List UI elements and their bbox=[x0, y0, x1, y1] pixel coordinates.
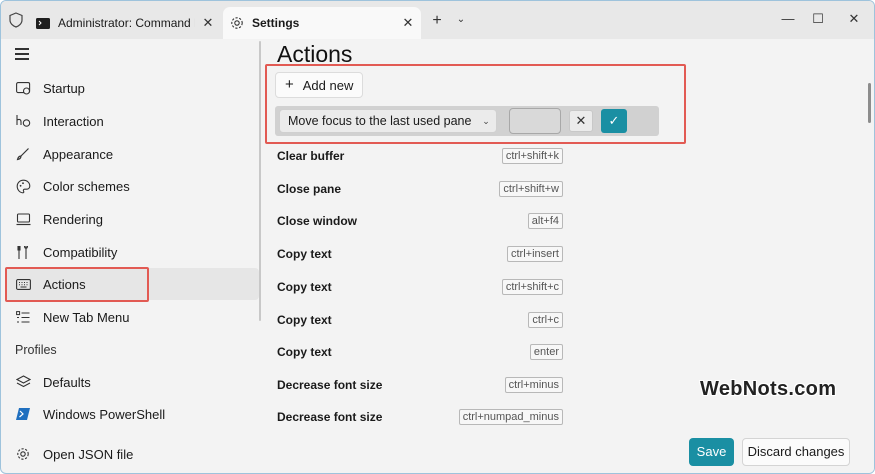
sidebar-item-compatibility[interactable]: Compatibility bbox=[5, 236, 259, 268]
close-icon[interactable]: ✕ bbox=[395, 15, 421, 31]
keyboard-icon bbox=[15, 276, 31, 292]
table-row[interactable]: Copy text ctrl+shift+c bbox=[277, 276, 563, 298]
sidebar-item-startup[interactable]: Startup bbox=[5, 72, 259, 104]
table-row[interactable]: Copy text ctrl+c bbox=[277, 309, 563, 331]
table-row[interactable]: Copy text enter bbox=[277, 341, 563, 363]
gear-icon bbox=[229, 16, 245, 30]
table-row[interactable]: Decrease font size ctrl+minus bbox=[277, 374, 563, 396]
actions-page: Actions + Add new Move focus to the last… bbox=[263, 39, 874, 473]
add-new-label: Add new bbox=[302, 77, 354, 93]
sidebar-item-label: Actions bbox=[43, 276, 86, 292]
tab-title: Administrator: Command Pr bbox=[58, 16, 195, 30]
action-name: Copy text bbox=[277, 313, 332, 327]
list-icon bbox=[15, 309, 31, 325]
sidebar-item-label: Appearance bbox=[43, 146, 114, 162]
sidebar-item-label: Interaction bbox=[43, 113, 104, 129]
sidebar-item-label: Rendering bbox=[43, 211, 103, 227]
tab-settings[interactable]: Settings ✕ bbox=[223, 7, 421, 39]
action-key: enter bbox=[529, 344, 563, 360]
accept-edit-button[interactable]: ✓ bbox=[601, 109, 627, 133]
table-row[interactable]: Decrease font size ctrl+numpad_minus bbox=[277, 406, 563, 428]
action-name: Decrease font size bbox=[277, 410, 383, 424]
action-name: Decrease font size bbox=[277, 378, 383, 392]
compatibility-icon bbox=[15, 244, 31, 260]
tab-title: Settings bbox=[252, 16, 300, 30]
action-key: ctrl+minus bbox=[504, 377, 563, 393]
powershell-icon bbox=[15, 406, 31, 422]
minimize-icon[interactable]: — bbox=[773, 9, 803, 29]
monitor-icon bbox=[15, 211, 31, 227]
tab-command-prompt[interactable]: Administrator: Command Pr ✕ bbox=[29, 7, 221, 39]
save-button[interactable]: Save bbox=[689, 438, 734, 466]
action-key: ctrl+numpad_minus bbox=[458, 409, 563, 425]
action-name: Copy text bbox=[277, 280, 332, 294]
brush-icon bbox=[15, 146, 31, 162]
table-row[interactable]: Close window alt+f4 bbox=[277, 210, 563, 232]
chevron-down-icon[interactable]: ⌄ bbox=[454, 12, 468, 28]
maximize-icon[interactable]: ☐ bbox=[803, 9, 833, 29]
interaction-icon bbox=[15, 113, 31, 129]
startup-icon bbox=[15, 80, 31, 96]
title-bar: Administrator: Command Pr ✕ Settings ✕ +… bbox=[1, 1, 874, 39]
open-json-file-button[interactable]: Open JSON file bbox=[5, 438, 259, 470]
close-icon[interactable]: ✕ bbox=[195, 15, 221, 31]
action-key: ctrl+insert bbox=[507, 246, 563, 262]
shield-icon bbox=[9, 12, 23, 28]
hamburger-menu-icon[interactable] bbox=[15, 48, 29, 60]
table-row[interactable]: Clear buffer ctrl+shift+k bbox=[277, 145, 563, 167]
close-window-icon[interactable]: ✕ bbox=[839, 9, 869, 29]
sidebar-item-defaults[interactable]: Defaults bbox=[5, 366, 259, 398]
plus-icon[interactable]: + bbox=[429, 13, 445, 29]
add-new-button[interactable]: + Add new bbox=[275, 72, 363, 98]
watermark: WebNots.com bbox=[700, 378, 837, 400]
sidebar: Startup Interaction Appearance Color sch… bbox=[1, 39, 259, 473]
discard-changes-button[interactable]: Discard changes bbox=[742, 438, 850, 466]
profiles-section-header: Profiles bbox=[15, 343, 57, 357]
chevron-down-icon: ⌄ bbox=[482, 115, 490, 126]
action-key: ctrl+c bbox=[528, 312, 563, 328]
sidebar-divider[interactable] bbox=[259, 41, 261, 321]
terminal-settings-window: Administrator: Command Pr ✕ Settings ✕ +… bbox=[0, 0, 875, 474]
sidebar-item-label: Defaults bbox=[43, 374, 91, 390]
sidebar-item-label: New Tab Menu bbox=[43, 309, 130, 325]
layers-icon bbox=[15, 374, 31, 390]
sidebar-item-interaction[interactable]: Interaction bbox=[5, 105, 259, 137]
action-key: ctrl+shift+w bbox=[499, 181, 563, 197]
cancel-edit-button[interactable]: ✕ bbox=[569, 110, 593, 132]
action-key: ctrl+shift+c bbox=[501, 279, 563, 295]
close-icon: ✕ bbox=[575, 113, 587, 128]
open-json-file-label: Open JSON file bbox=[43, 446, 134, 462]
sidebar-item-rendering[interactable]: Rendering bbox=[5, 203, 259, 235]
sidebar-item-appearance[interactable]: Appearance bbox=[5, 138, 259, 170]
sidebar-item-label: Color schemes bbox=[43, 178, 130, 194]
sidebar-item-label: Compatibility bbox=[43, 244, 118, 260]
action-name: Close window bbox=[277, 214, 358, 228]
action-name: Copy text bbox=[277, 345, 332, 359]
scrollbar-thumb[interactable] bbox=[868, 83, 871, 123]
sidebar-item-windows-powershell[interactable]: Windows PowerShell bbox=[5, 398, 259, 430]
plus-icon: + bbox=[285, 76, 294, 93]
selected-action: Move focus to the last used pane bbox=[288, 114, 472, 128]
action-name: Clear buffer bbox=[277, 149, 345, 163]
sidebar-item-label: Windows PowerShell bbox=[43, 406, 166, 422]
action-key: alt+f4 bbox=[527, 213, 563, 229]
action-key: ctrl+shift+k bbox=[501, 148, 563, 164]
terminal-icon bbox=[35, 16, 51, 30]
palette-icon bbox=[15, 178, 31, 194]
action-edit-row: Move focus to the last used pane ⌄ ✕ ✓ bbox=[275, 106, 659, 136]
table-row[interactable]: Copy text ctrl+insert bbox=[277, 243, 563, 265]
sidebar-item-actions[interactable]: Actions bbox=[5, 268, 259, 300]
action-name: Close pane bbox=[277, 182, 342, 196]
sidebar-item-color-schemes[interactable]: Color schemes bbox=[5, 170, 259, 202]
action-name: Copy text bbox=[277, 247, 332, 261]
page-title: Actions bbox=[277, 41, 353, 67]
action-select[interactable]: Move focus to the last used pane ⌄ bbox=[279, 109, 497, 133]
key-chord-input[interactable] bbox=[509, 108, 561, 134]
table-row[interactable]: Close pane ctrl+shift+w bbox=[277, 178, 563, 200]
checkmark-icon: ✓ bbox=[608, 113, 620, 128]
sidebar-item-label: Startup bbox=[43, 80, 85, 96]
sidebar-item-new-tab-menu[interactable]: New Tab Menu bbox=[5, 301, 259, 333]
gear-icon bbox=[15, 446, 31, 462]
